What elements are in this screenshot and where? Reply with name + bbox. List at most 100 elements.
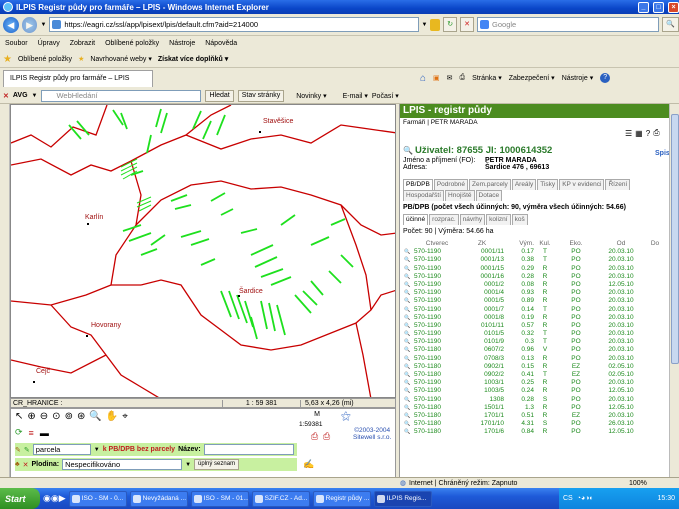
table-row[interactable]: 🔍 570-1180 0902/2 0.41 T EZ 02.05.10: [404, 371, 664, 379]
news-menu[interactable]: Novinky ▾: [296, 92, 326, 100]
row-detail-icon[interactable]: 🔍: [404, 363, 414, 371]
start-button[interactable]: Start: [0, 488, 40, 509]
row-detail-icon[interactable]: 🔍: [404, 314, 414, 322]
stop-button[interactable]: ✕: [460, 17, 475, 32]
measure-icon[interactable]: ⌖: [122, 411, 128, 422]
spis-link[interactable]: Spis: [655, 150, 670, 157]
print-doc-icon[interactable]: ⎙: [653, 128, 659, 138]
map-view[interactable]: Stavěšice Karlín Šardice Hovorany Čejč: [10, 104, 396, 398]
table-row[interactable]: 🔍 570-1190 0708/3 0.13 R PO 20.03.10: [404, 355, 664, 363]
home-icon[interactable]: ⌂: [420, 73, 426, 84]
user-search-icon[interactable]: 🔍: [403, 146, 413, 155]
pointer-tool-icon[interactable]: ↖: [15, 411, 23, 422]
row-detail-icon[interactable]: 🔍: [404, 322, 414, 330]
table-row[interactable]: 🔍 570-1190 0001/5 0.89 R PO 20.03.10: [404, 297, 664, 305]
tab-rizeni[interactable]: Řízení: [605, 179, 631, 190]
task-ilpis[interactable]: ILPIS Regis...: [373, 490, 432, 507]
tab-zem-parcely[interactable]: Zem.parcely: [469, 179, 511, 190]
table-row[interactable]: 🔍 570-1180 1701/10 4.31 S PO 26.03.10: [404, 420, 664, 428]
subtab-rozprac[interactable]: rozprac.: [429, 214, 459, 225]
col-do[interactable]: Do: [646, 240, 664, 248]
page-status-button[interactable]: Stav stránky: [237, 89, 285, 102]
col-eko[interactable]: Eko.: [556, 240, 596, 248]
tab-dotace[interactable]: Dotace: [475, 190, 503, 201]
row-detail-icon[interactable]: 🔍: [404, 306, 414, 314]
avg-search-input[interactable]: WebHledání: [41, 89, 202, 102]
table-row[interactable]: 🔍 570-1180 0902/1 0.15 R EZ 02.05.10: [404, 363, 664, 371]
subtab-kolizni[interactable]: kolizní: [486, 214, 511, 225]
table-row[interactable]: 🔍 570-1180 0607/2 0.96 V PO 20.03.10: [404, 346, 664, 354]
table-row[interactable]: 🔍 570-1190 0101/9 0.3 T PO 20.03.10: [404, 338, 664, 346]
table-row[interactable]: 🔍 570-1190 0001/7 0.14 T PO 20.03.10: [404, 306, 664, 314]
tray-icons[interactable]: ◔◕◑◐: [577, 495, 594, 502]
security-menu[interactable]: Zabezpečení ▾: [509, 74, 555, 82]
edit-pencil-icon[interactable]: ✎: [15, 446, 21, 454]
table-row[interactable]: 🔍 570-1190 0001/16 0.28 R PO 20.03.10: [404, 273, 664, 281]
draw-tool-icon[interactable]: ✍: [303, 459, 314, 470]
lock-icon[interactable]: [430, 18, 441, 31]
table-icon[interactable]: ▦: [635, 129, 643, 138]
col-vym[interactable]: Vým.: [504, 240, 534, 248]
row-detail-icon[interactable]: 🔍: [404, 281, 414, 289]
menu-upravy[interactable]: Úpravy: [38, 40, 60, 47]
back-button[interactable]: ◀: [3, 16, 19, 33]
table-row[interactable]: 🔍 570-1190 1003/1 0.25 R PO 20.03.10: [404, 379, 664, 387]
table-row[interactable]: 🔍 570-1190 0101/5 0.32 T PO 20.03.10: [404, 330, 664, 338]
pan-icon[interactable]: ✋: [106, 411, 118, 422]
search-button[interactable]: 🔍: [662, 17, 679, 32]
table-row[interactable]: 🔍 570-1190 1003/5 0.24 R PO 12.05.10: [404, 387, 664, 395]
help-doc-icon[interactable]: ?: [646, 129, 650, 138]
row-detail-icon[interactable]: 🔍: [404, 420, 414, 428]
zoom-in-icon[interactable]: ⊕: [27, 411, 35, 422]
language-indicator[interactable]: CS: [563, 495, 573, 502]
tab-pb-dpb[interactable]: PB/DPB: [403, 179, 433, 190]
table-row[interactable]: 🔍 570-1190 0101/11 0.57 R PO 20.03.10: [404, 322, 664, 330]
page-menu[interactable]: Stránka ▾: [472, 74, 502, 82]
menu-nastroje[interactable]: Nástroje: [169, 40, 195, 47]
help-icon[interactable]: ?: [600, 73, 611, 83]
table-row[interactable]: 🔍 570-1180 1701/6 0.84 R PO 12.05.10: [404, 428, 664, 436]
plodina-select[interactable]: Nespecifikováno: [62, 459, 183, 470]
table-row[interactable]: 🔍 570-1190 0001/8 0.19 R PO 20.03.10: [404, 314, 664, 322]
scroll-thumb[interactable]: [671, 114, 679, 364]
panel-scrollbar[interactable]: [669, 104, 679, 484]
zoom-level[interactable]: 100%: [629, 480, 679, 487]
identify-icon[interactable]: 🔍: [89, 411, 101, 422]
menu-soubor[interactable]: Soubor: [5, 40, 28, 47]
map-canvas[interactable]: Stavěšice Karlín Šardice Hovorany Čejč: [11, 105, 396, 398]
menu-napoveda[interactable]: Nápověda: [205, 40, 237, 47]
zoom-prev-icon[interactable]: ⊛: [77, 411, 85, 422]
print-map-icon[interactable]: ⎙: [311, 431, 318, 442]
favorites-button[interactable]: Oblíbené položky: [18, 56, 72, 63]
maximize-button[interactable]: □: [653, 1, 664, 13]
row-detail-icon[interactable]: 🔍: [404, 248, 414, 256]
suggested-sites[interactable]: Navrhované weby ▾: [90, 55, 152, 63]
row-detail-icon[interactable]: 🔍: [404, 404, 414, 412]
refresh-button[interactable]: ↻: [443, 17, 458, 32]
table-row[interactable]: 🔍 570-1190 1308 0.28 S PO 20.03.10: [404, 396, 664, 404]
feeds-icon[interactable]: ▣: [433, 74, 440, 82]
legend-icon[interactable]: ▬: [40, 428, 49, 438]
task-registr[interactable]: Registr půdy ...: [312, 490, 371, 507]
minimize-button[interactable]: _: [638, 1, 649, 13]
tab-hnojiste[interactable]: Hnojiště: [445, 190, 475, 201]
subtab-kos[interactable]: koš: [511, 214, 528, 225]
row-detail-icon[interactable]: 🔍: [404, 338, 414, 346]
task-iso-sm-1[interactable]: ISO - SM - 0...: [68, 490, 127, 507]
layers-icon[interactable]: ≡: [29, 428, 34, 438]
recent-pages-dropdown[interactable]: ▼: [40, 22, 46, 28]
menu-oblibene[interactable]: Oblíbené položky: [105, 40, 159, 47]
avg-label[interactable]: AVG: [13, 92, 28, 99]
table-row[interactable]: 🔍 570-1180 1501/1 1.3 R PO 12.05.10: [404, 404, 664, 412]
list-icon[interactable]: ☰: [625, 129, 632, 138]
table-row[interactable]: 🔍 570-1190 0001/13 0.38 T PO 20.03.10: [404, 256, 664, 264]
zoom-out-icon[interactable]: ⊖: [40, 411, 48, 422]
row-detail-icon[interactable]: 🔍: [404, 346, 414, 354]
tab-tisky[interactable]: Tisky: [537, 179, 559, 190]
col-ctverec[interactable]: Čtverec: [414, 240, 460, 248]
col-zk[interactable]: ZK: [460, 240, 504, 248]
export-map-icon[interactable]: ⎙: [323, 431, 330, 442]
avg-search-button[interactable]: Hledat: [205, 89, 234, 102]
tab-kp-evidence[interactable]: KP v evidenci: [559, 179, 605, 190]
close-button[interactable]: ×: [668, 1, 679, 13]
